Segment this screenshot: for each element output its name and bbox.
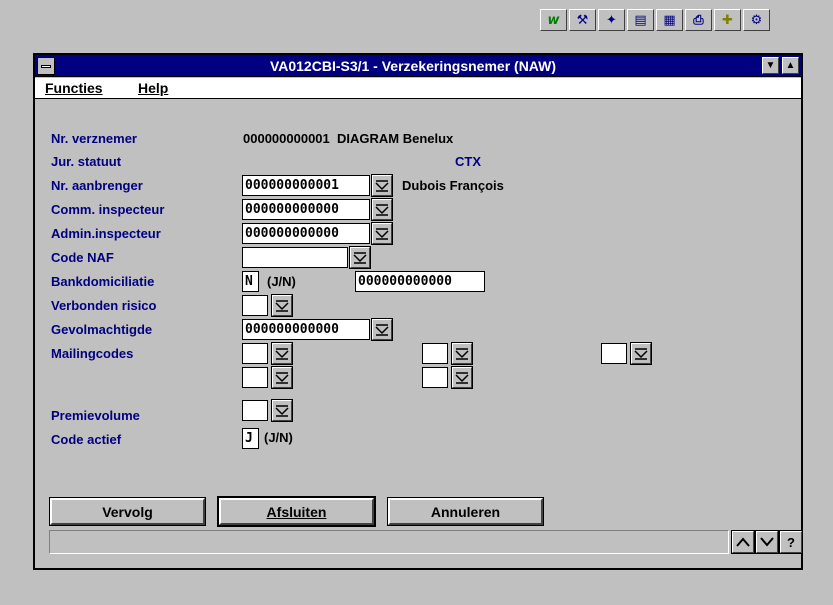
dropdown-mailingcode-1[interactable]	[271, 342, 293, 365]
minimize-icon[interactable]: ▼	[762, 57, 779, 74]
chevron-down-icon	[275, 372, 289, 384]
scan-icon[interactable]: ✦	[598, 9, 625, 31]
input-mailingcode-2[interactable]	[242, 367, 268, 388]
label-admin-inspecteur: Admin.inspecteur	[51, 226, 161, 241]
wand-icon[interactable]: w	[540, 9, 567, 31]
label-gevolmachtigde: Gevolmachtigde	[51, 322, 153, 337]
puzzle-icon[interactable]: ✚	[714, 9, 741, 31]
form-content: Nr. verznemer 000000000001 DIAGRAM Benel…	[35, 100, 803, 568]
clipboard-icon[interactable]: ▤	[627, 9, 654, 31]
dropdown-premievolume[interactable]	[271, 399, 293, 422]
value-nr-verznemer: 000000000001 DIAGRAM Benelux	[243, 131, 454, 146]
chevron-down-icon	[275, 300, 289, 312]
input-code-naf[interactable]	[242, 247, 348, 268]
dropdown-code-naf[interactable]	[349, 246, 371, 269]
tools-icon[interactable]: ⚒	[569, 9, 596, 31]
input-mailingcode-5[interactable]	[601, 343, 627, 364]
dropdown-gevolmachtigde[interactable]	[371, 318, 393, 341]
menu-functies-label: Functies	[45, 80, 103, 96]
chevron-down-icon	[275, 348, 289, 360]
toolbar-icons: w ⚒ ✦ ▤ ▦ ⎙ ✚ ⚙	[540, 9, 770, 31]
menu-help[interactable]: Help	[138, 80, 168, 96]
window-titlebar[interactable]: VA012CBI-S3/1 - Verzekeringsnemer (NAW) …	[35, 55, 801, 77]
dropdown-comm-inspecteur[interactable]	[371, 198, 393, 221]
help-button-label: ?	[787, 534, 795, 550]
menu-help-label: Help	[138, 80, 169, 96]
chevron-down-icon	[353, 252, 367, 264]
chevron-up-icon	[736, 537, 750, 547]
chevron-down-icon	[375, 180, 389, 192]
status-bar	[49, 530, 729, 554]
dropdown-admin-inspecteur[interactable]	[371, 222, 393, 245]
help-button[interactable]: ?	[779, 530, 803, 554]
label-bankdomiciliatie: Bankdomiciliatie	[51, 274, 155, 289]
input-gevolmachtigde[interactable]: 000000000000	[242, 319, 370, 340]
label-code-naf: Code NAF	[51, 250, 114, 265]
dropdown-verbonden-risico[interactable]	[271, 294, 293, 317]
chevron-down-icon	[455, 348, 469, 360]
annuleren-button[interactable]: Annuleren	[387, 497, 544, 526]
input-mailingcode-3[interactable]	[422, 343, 448, 364]
main-window: VA012CBI-S3/1 - Verzekeringsnemer (NAW) …	[33, 53, 803, 570]
dropdown-nr-aanbrenger[interactable]	[371, 174, 393, 197]
label-comm-inspecteur: Comm. inspecteur	[51, 202, 165, 217]
chevron-down-icon	[760, 537, 774, 547]
afsluiten-button-label: Afsluiten	[266, 503, 327, 520]
input-premievolume[interactable]	[242, 400, 268, 421]
maximize-icon[interactable]: ▲	[782, 57, 799, 74]
input-admin-inspecteur[interactable]: 000000000000	[242, 223, 370, 244]
calculator-icon[interactable]: ▦	[656, 9, 683, 31]
chevron-down-icon	[455, 372, 469, 384]
label-code-actief: Code actief	[51, 432, 122, 447]
hint-code-actief: (J/N)	[264, 430, 293, 445]
label-verbonden-risico: Verbonden risico	[51, 298, 157, 313]
input-bankdomiciliatie[interactable]: N	[242, 271, 259, 292]
app-toolbar: w ⚒ ✦ ▤ ▦ ⎙ ✚ ⚙	[0, 0, 833, 40]
dropdown-mailingcode-4[interactable]	[451, 366, 473, 389]
afsluiten-button[interactable]: Afsluiten	[217, 496, 376, 527]
input-mailingcode-1[interactable]	[242, 343, 268, 364]
label-premievolume: Premievolume	[51, 408, 140, 423]
menubar: Functies Help	[35, 78, 801, 99]
annuleren-button-label: Annuleren	[430, 503, 501, 520]
scroll-down-button[interactable]	[755, 530, 779, 554]
value-jur-statuut: CTX	[455, 154, 481, 169]
input-bank-account[interactable]: 000000000000	[355, 271, 485, 292]
input-nr-aanbrenger[interactable]: 000000000001	[242, 175, 370, 196]
chevron-down-icon	[634, 348, 648, 360]
chevron-down-icon	[375, 324, 389, 336]
hint-bankdomiciliatie: (J/N)	[267, 274, 296, 289]
input-mailingcode-4[interactable]	[422, 367, 448, 388]
label-nr-aanbrenger: Nr. aanbrenger	[51, 178, 143, 193]
input-comm-inspecteur[interactable]: 000000000000	[242, 199, 370, 220]
input-code-actief[interactable]: J	[242, 428, 259, 449]
label-jur-statuut: Jur. statuut	[51, 154, 122, 169]
scroll-up-button[interactable]	[731, 530, 755, 554]
menu-functies[interactable]: Functies	[45, 80, 103, 96]
vervolg-button[interactable]: Vervolg	[49, 497, 206, 526]
label-mailingcodes: Mailingcodes	[51, 346, 134, 361]
chevron-down-icon	[275, 405, 289, 417]
input-verbonden-risico[interactable]	[242, 295, 268, 316]
dropdown-mailingcode-5[interactable]	[630, 342, 652, 365]
vervolg-button-label: Vervolg	[102, 503, 153, 520]
chevron-down-icon	[375, 228, 389, 240]
window-title: VA012CBI-S3/1 - Verzekeringsnemer (NAW)	[269, 58, 557, 74]
system-menu-icon[interactable]	[37, 57, 55, 75]
chevron-down-icon	[375, 204, 389, 216]
dropdown-mailingcode-2[interactable]	[271, 366, 293, 389]
printer-icon[interactable]: ⎙	[685, 9, 712, 31]
settings-icon[interactable]: ⚙	[743, 9, 770, 31]
dropdown-mailingcode-3[interactable]	[451, 342, 473, 365]
value-aanbrenger-name: Dubois François	[402, 178, 504, 193]
label-nr-verznemer: Nr. verznemer	[51, 131, 137, 146]
